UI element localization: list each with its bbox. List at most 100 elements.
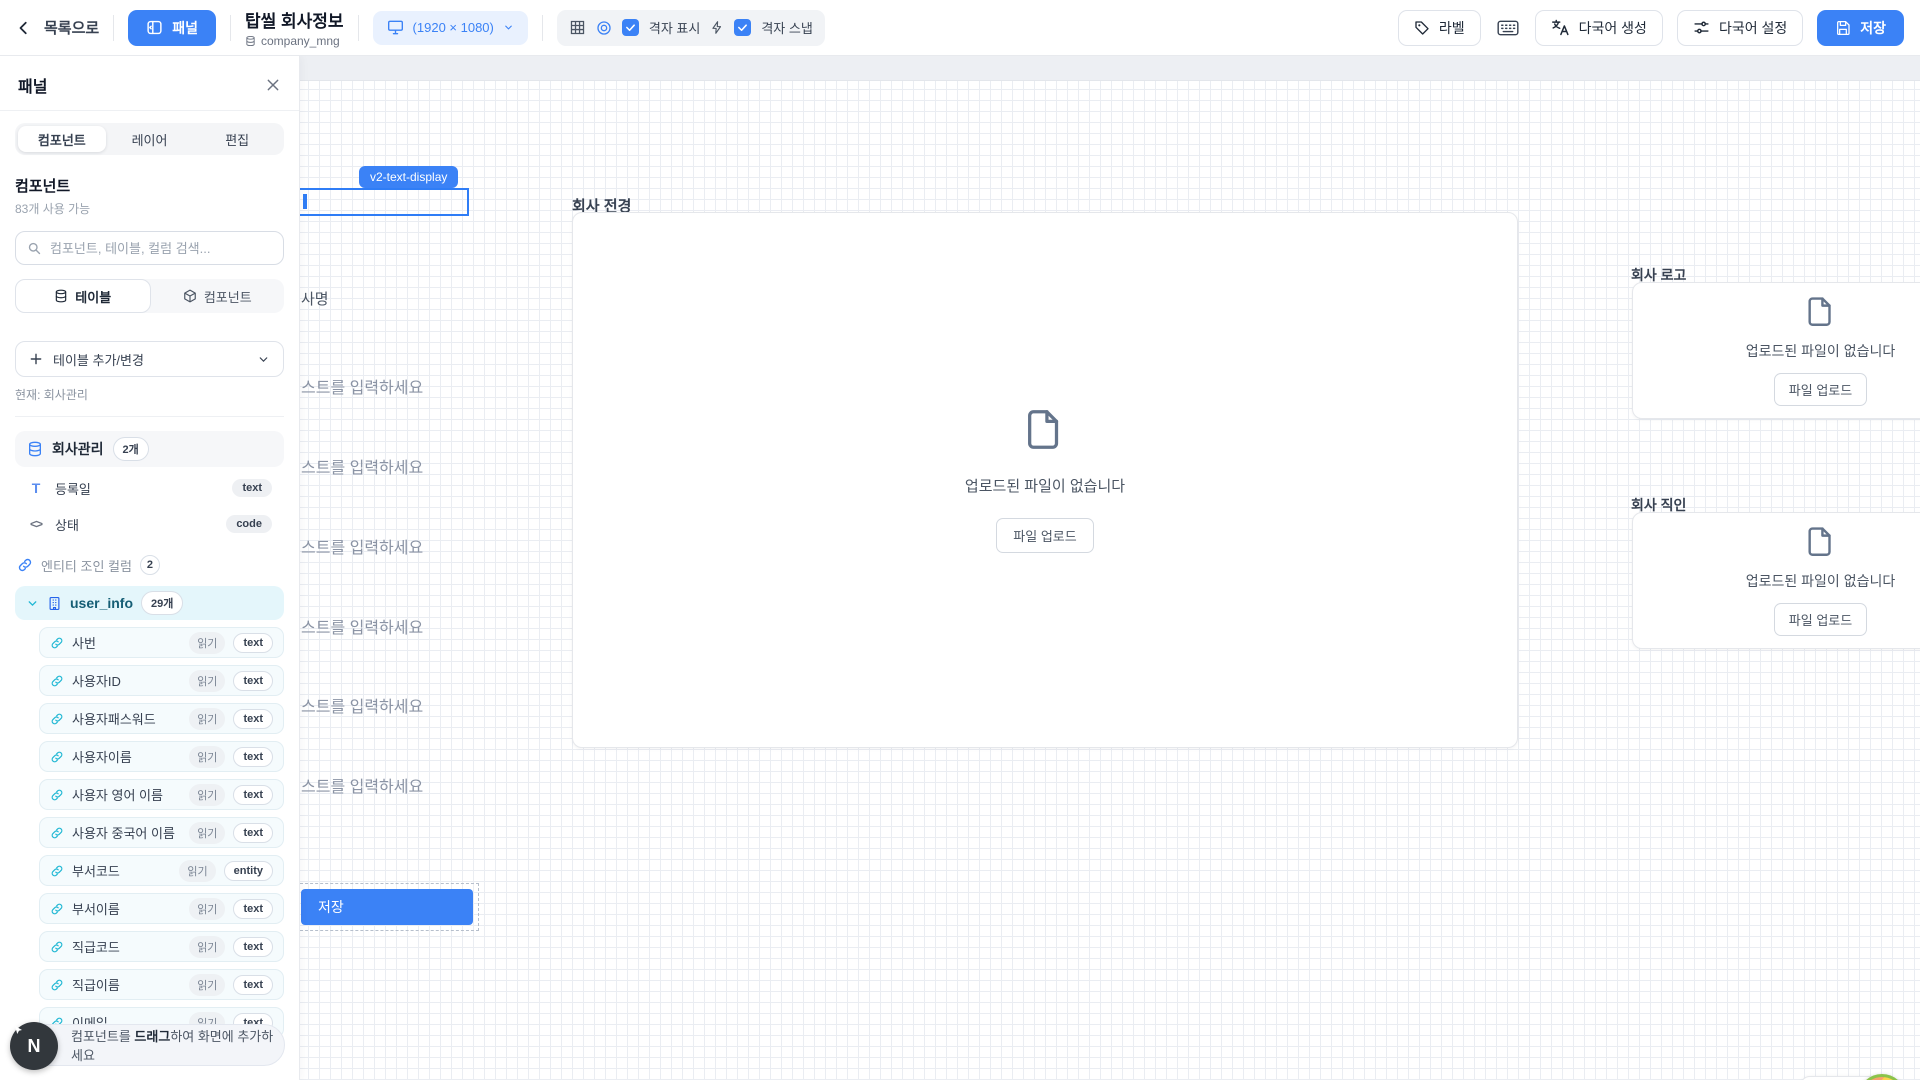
read-only-badge: 읽기 xyxy=(189,708,225,730)
text-input-placeholder[interactable]: 스트를 입력하세요 xyxy=(301,614,423,638)
text-input-placeholder[interactable]: 스트를 입력하세요 xyxy=(301,534,423,558)
column-label: 등록일 xyxy=(55,479,222,498)
grid-controls-group: 격자 표시 격자 스냅 xyxy=(557,10,825,46)
chevron-down-icon xyxy=(257,353,270,366)
link-icon xyxy=(50,978,64,992)
divider xyxy=(113,15,114,41)
link-icon xyxy=(50,788,64,802)
join-column-label: 사용자이름 xyxy=(72,747,181,766)
link-icon xyxy=(50,826,64,840)
join-column-row[interactable]: 부서이름 읽기 text xyxy=(39,893,284,924)
back-to-list-button[interactable]: 목록으로 xyxy=(16,17,99,38)
components-section-title: 컴포넌트 xyxy=(15,175,284,196)
multilang-generate-button[interactable]: 다국어 생성 xyxy=(1535,10,1663,46)
join-column-row[interactable]: 사용자 중국어 이름 읽기 text xyxy=(39,817,284,848)
file-upload-button[interactable]: 파일 업로드 xyxy=(1774,373,1867,406)
text-input-placeholder[interactable]: 스트를 입력하세요 xyxy=(301,773,423,797)
add-table-button[interactable]: 테이블 추가/변경 xyxy=(15,341,284,377)
link-icon xyxy=(50,712,64,726)
panel-button-label: 패널 xyxy=(172,18,198,38)
file-upload-button[interactable]: 파일 업로드 xyxy=(996,518,1093,553)
collaborator-initial: N xyxy=(28,1036,41,1057)
entity-join-section: 엔티티 조인 컬럼 2 xyxy=(15,555,284,575)
link-icon xyxy=(50,674,64,688)
toggle-component-button[interactable]: 컴포넌트 xyxy=(151,279,285,313)
text-input-placeholder[interactable]: 스트를 입력하세요 xyxy=(301,693,423,717)
company-seal-upload-card[interactable]: 업로드된 파일이 없습니다 파일 업로드 xyxy=(1632,512,1920,649)
column-label: 상태 xyxy=(55,515,216,534)
search-input[interactable] xyxy=(50,241,272,256)
top-header: 목록으로 패널 탑씰 회사정보 company_mng (1920 × 1 xyxy=(0,0,1920,56)
grid-visibility-icon[interactable] xyxy=(596,20,612,36)
company-view-upload-card[interactable]: 업로드된 파일이 없습니다 파일 업로드 xyxy=(572,212,1518,748)
table-row-company[interactable]: 회사관리 2개 xyxy=(15,431,284,467)
read-only-badge: 읽기 xyxy=(189,974,225,996)
sliders-icon xyxy=(1693,19,1710,36)
column-row[interactable]: <> 상태 code xyxy=(15,509,284,539)
selection-caret xyxy=(303,194,307,209)
database-icon xyxy=(54,289,68,303)
canvas-save-button[interactable]: 저장 xyxy=(301,889,473,925)
join-table-row-user-info[interactable]: user_info 29개 xyxy=(15,586,284,620)
file-upload-button[interactable]: 파일 업로드 xyxy=(1774,603,1867,636)
multilang-generate-label: 다국어 생성 xyxy=(1579,18,1647,38)
page-title: 탑씰 회사정보 xyxy=(245,7,344,32)
text-input-placeholder[interactable]: 스트를 입력하세요 xyxy=(301,454,423,478)
company-logo-upload-card[interactable]: 업로드된 파일이 없습니다 파일 업로드 xyxy=(1632,282,1920,419)
join-column-row[interactable]: 직급코드 읽기 text xyxy=(39,931,284,962)
panel-toggle-button[interactable]: 패널 xyxy=(128,10,216,46)
tag-icon xyxy=(1414,20,1430,36)
join-column-label: 부서이름 xyxy=(72,899,181,918)
panel-close-button[interactable] xyxy=(265,77,281,93)
toggle-table-button[interactable]: 테이블 xyxy=(15,279,151,313)
join-column-row[interactable]: 사용자 영어 이름 읽기 text xyxy=(39,779,284,810)
read-only-badge: 읽기 xyxy=(179,860,215,882)
join-column-label: 사용자패스워드 xyxy=(72,709,181,728)
join-column-row[interactable]: 사번 읽기 text xyxy=(39,627,284,658)
selected-text-display[interactable] xyxy=(282,188,469,216)
grid-show-checkbox[interactable] xyxy=(622,19,639,36)
column-row[interactable]: T 등록일 text xyxy=(15,473,284,503)
chevron-down-icon[interactable] xyxy=(26,597,39,610)
read-only-badge: 읽기 xyxy=(189,746,225,768)
tab-edit[interactable]: 편집 xyxy=(193,126,281,152)
tab-components[interactable]: 컴포넌트 xyxy=(18,126,106,152)
join-column-row[interactable]: 직급이름 읽기 text xyxy=(39,969,284,1000)
text-input-placeholder[interactable]: 스트를 입력하세요 xyxy=(301,374,423,398)
join-column-row[interactable]: 사용자이름 읽기 text xyxy=(39,741,284,772)
resolution-value: (1920 × 1080) xyxy=(413,20,494,35)
divider xyxy=(230,15,231,41)
save-icon xyxy=(1835,20,1851,36)
column-type-badge: text xyxy=(233,785,273,805)
label-button[interactable]: 라벨 xyxy=(1398,10,1481,46)
header-save-label: 저장 xyxy=(1860,18,1886,38)
divider xyxy=(542,15,543,41)
multilang-settings-button[interactable]: 다국어 설정 xyxy=(1677,10,1803,46)
toggle-table-label: 테이블 xyxy=(75,287,111,306)
join-column-row[interactable]: 사용자패스워드 읽기 text xyxy=(39,703,284,734)
read-only-badge: 읽기 xyxy=(189,898,225,920)
resolution-selector[interactable]: (1920 × 1080) xyxy=(373,11,528,45)
code-column-icon: <> xyxy=(27,517,45,531)
link-icon xyxy=(50,864,64,878)
header-save-button[interactable]: 저장 xyxy=(1817,10,1904,46)
drag-hint-prefix: 컴포넌트를 xyxy=(71,1029,134,1044)
chevron-down-icon xyxy=(503,22,514,33)
file-icon xyxy=(1022,407,1068,453)
column-type-badge: text xyxy=(233,937,273,957)
join-column-row[interactable]: 사용자ID 읽기 text xyxy=(39,665,284,696)
cube-icon xyxy=(183,289,197,303)
column-type-badge: text xyxy=(233,823,273,843)
back-arrow-icon xyxy=(16,19,34,37)
link-icon xyxy=(17,557,33,573)
file-icon xyxy=(1804,295,1838,329)
tab-layers[interactable]: 레이어 xyxy=(106,126,194,152)
keyboard-shortcuts-button[interactable] xyxy=(1495,19,1521,37)
database-icon xyxy=(27,441,43,457)
grid-snap-checkbox[interactable] xyxy=(734,19,751,36)
join-columns-list: 사번 읽기 text 사용자ID 읽기 text 사용자패스워드 읽기 text xyxy=(39,627,284,1038)
join-column-row[interactable]: 부서코드 읽기 entity xyxy=(39,855,284,886)
translate-icon xyxy=(1551,19,1570,36)
current-table-text: 현재: 회사관리 xyxy=(15,386,284,403)
component-search[interactable] xyxy=(15,231,284,265)
